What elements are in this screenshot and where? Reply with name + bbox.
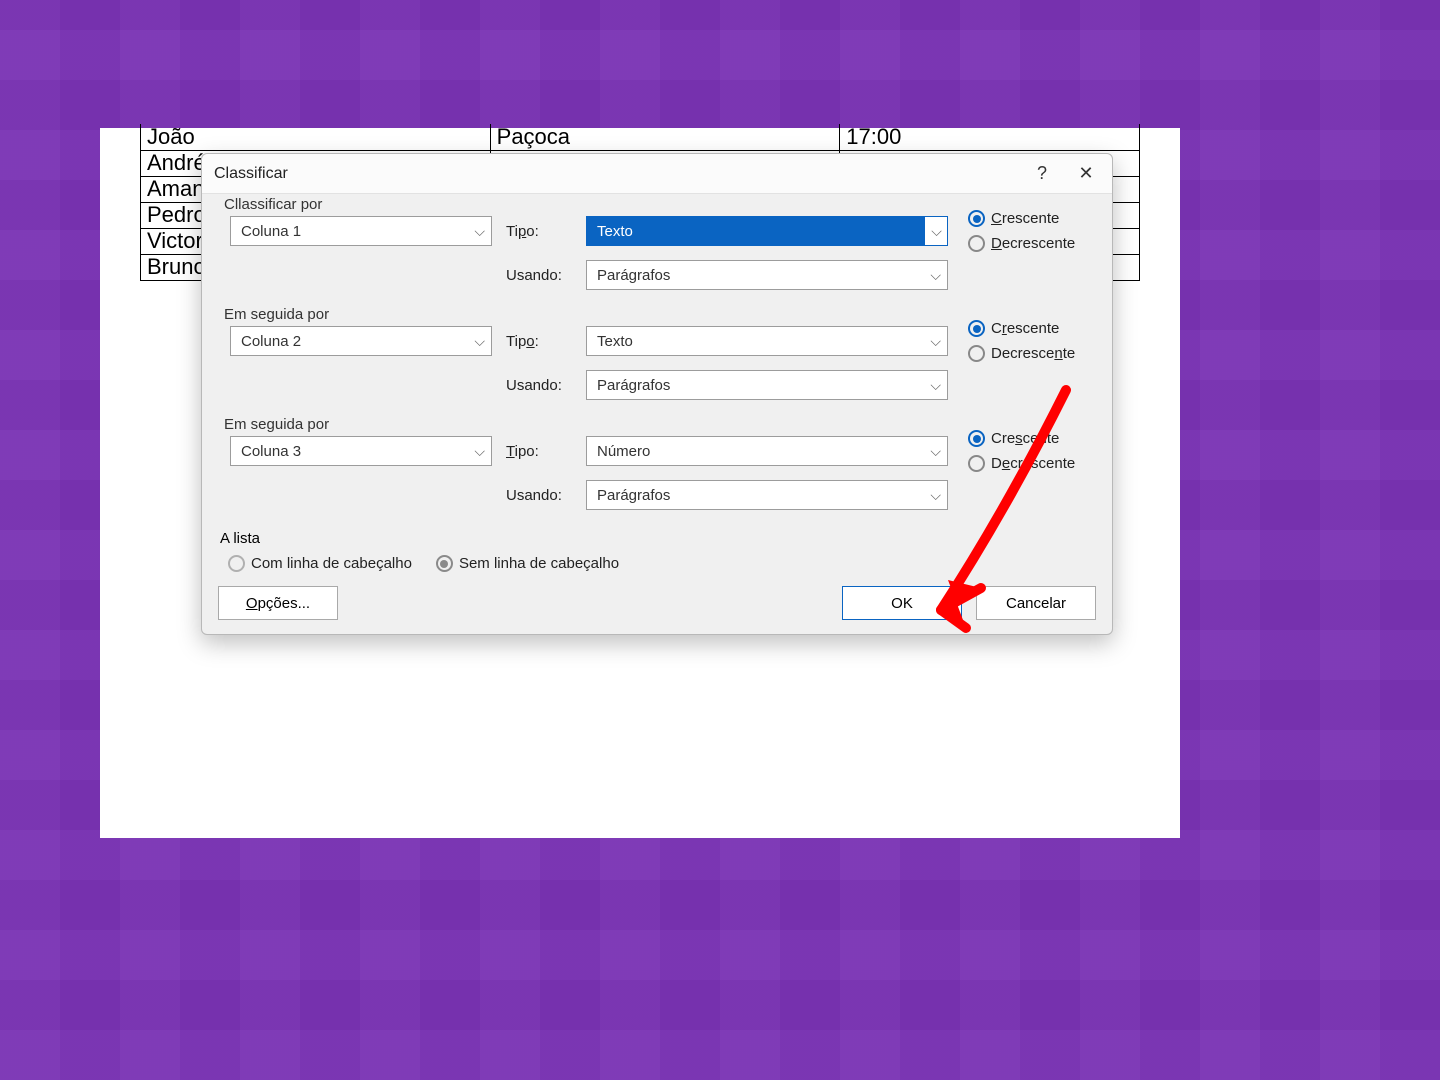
dialog-button-row: Opções... OK Cancelar <box>202 586 1112 620</box>
list-legend: A lista <box>220 530 1100 547</box>
then-by-column-select[interactable]: Coluna 2 ⌵ <box>230 326 492 356</box>
ascending-radio[interactable]: Crescente <box>968 430 1075 447</box>
descending-radio[interactable]: Decrescente <box>968 345 1075 362</box>
then-by-using-select[interactable]: Parágrafos ⌵ <box>586 370 948 400</box>
descending-radio[interactable]: Decrescente <box>968 455 1075 472</box>
then-by-type-select[interactable]: Texto ⌵ <box>586 326 948 356</box>
chevron-down-icon: ⌵ <box>930 267 941 284</box>
table-cell: Paçoca <box>490 124 840 150</box>
without-header-radio[interactable]: Sem linha de cabeçalho <box>436 555 619 572</box>
options-button[interactable]: Opções... <box>218 586 338 620</box>
group-legend: Cllassificar por <box>220 196 326 213</box>
ascending-radio[interactable]: Crescente <box>968 320 1075 337</box>
sort-type-select[interactable]: Texto ⌵ <box>586 216 948 246</box>
chevron-down-icon: ⌵ <box>930 443 941 460</box>
chevron-down-icon: ⌵ <box>474 333 485 350</box>
sort-by-group: Cllassificar por Coluna 1 ⌵ Tipo: Texto … <box>214 198 1100 304</box>
descending-radio[interactable]: Decrescente <box>968 235 1075 252</box>
type-label: Tipo: <box>506 223 572 240</box>
chevron-down-icon: ⌵ <box>474 443 485 460</box>
sort-dialog: Classificar ? ✕ Cllassificar por Coluna … <box>201 153 1113 635</box>
using-label: Usando: <box>506 487 572 504</box>
then-by-column-select-2[interactable]: Coluna 3 ⌵ <box>230 436 492 466</box>
then-by-using-select-2[interactable]: Parágrafos ⌵ <box>586 480 948 510</box>
type-label: Tipo: <box>506 333 572 350</box>
cancel-button[interactable]: Cancelar <box>976 586 1096 620</box>
chevron-down-icon: ⌵ <box>930 377 941 394</box>
chevron-down-icon: ⌵ <box>930 333 941 350</box>
using-label: Usando: <box>506 267 572 284</box>
type-label: Tipo: <box>506 443 572 460</box>
dialog-titlebar: Classificar ? ✕ <box>202 154 1112 194</box>
using-label: Usando: <box>506 377 572 394</box>
group-legend: Em seguida por <box>220 416 333 433</box>
chevron-down-icon: ⌵ <box>474 223 485 240</box>
with-header-radio[interactable]: Com linha de cabeçalho <box>228 555 412 572</box>
dialog-title: Classificar <box>214 165 288 183</box>
then-by-group-1: Em seguida por Coluna 2 ⌵ Tipo: Texto ⌵ … <box>214 308 1100 414</box>
then-by-group-2: Em seguida por Coluna 3 ⌵ Tipo: Número ⌵… <box>214 418 1100 524</box>
then-by-type-select-2[interactable]: Número ⌵ <box>586 436 948 466</box>
chevron-down-icon: ⌵ <box>930 487 941 504</box>
table-cell: 17:00 <box>840 124 1140 150</box>
group-legend: Em seguida por <box>220 306 333 323</box>
close-button[interactable]: ✕ <box>1064 154 1108 194</box>
list-has-header-group: A lista Com linha de cabeçalho Sem linha… <box>220 530 1100 572</box>
sort-column-select[interactable]: Coluna 1 ⌵ <box>230 216 492 246</box>
help-button[interactable]: ? <box>1020 154 1064 194</box>
ok-button[interactable]: OK <box>842 586 962 620</box>
ascending-radio[interactable]: Crescente <box>968 210 1075 227</box>
sort-using-select[interactable]: Parágrafos ⌵ <box>586 260 948 290</box>
table-cell: João <box>141 124 491 150</box>
chevron-down-icon: ⌵ <box>925 217 947 245</box>
